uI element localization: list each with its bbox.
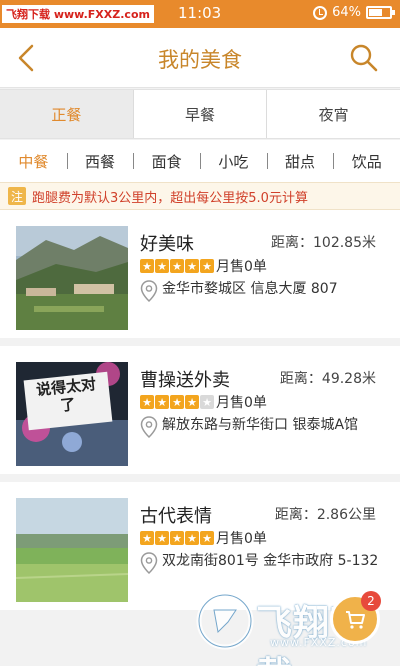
thumbnail-caption: 说得太对了 — [35, 374, 97, 415]
watermark-badge: 飞翔下载 www.FXXZ.com — [2, 5, 154, 23]
location-pin-icon — [140, 280, 158, 302]
cuisine-chinese[interactable]: 中餐 — [0, 151, 67, 172]
tab-breakfast[interactable]: 早餐 — [134, 90, 268, 138]
star-filled-icon: ★ — [140, 531, 154, 545]
shop-address: 金华市婺城区 信息大厦 807 — [162, 281, 338, 297]
notice-tag: 注 — [8, 187, 26, 205]
star-filled-icon: ★ — [155, 259, 169, 273]
shop-thumbnail — [16, 226, 128, 330]
shop-thumbnail: 说得太对了 — [16, 362, 128, 466]
shop-distance: 距离：102.85米 — [271, 235, 376, 251]
cuisine-drinks[interactable]: 饮品 — [333, 151, 400, 172]
cuisine-desserts[interactable]: 甜点 — [266, 151, 334, 172]
shop-distance: 距离：49.28米 — [279, 371, 376, 387]
address-row: 金华市婺城区 信息大厦 807 — [140, 280, 380, 302]
location-pin-icon — [140, 552, 158, 574]
alarm-icon — [313, 5, 328, 20]
app-header: 我的美食 — [0, 28, 400, 88]
cuisine-noodles[interactable]: 面食 — [133, 151, 200, 172]
battery-icon — [366, 6, 395, 19]
location-pin-icon — [140, 416, 158, 438]
page-title: 我的美食 — [158, 48, 242, 72]
star-filled-icon: ★ — [170, 531, 184, 545]
star-filled-icon: ★ — [140, 259, 154, 273]
cuisine-western[interactable]: 西餐 — [66, 151, 134, 172]
star-filled-icon: ★ — [155, 531, 169, 545]
rating-row: ★ ★ ★ ★ ★ 月售0单 — [140, 528, 267, 548]
shop-address: 解放东路与新华街口 银泰城A馆 — [162, 417, 359, 433]
cuisine-filter: 中餐 西餐 面食 小吃 甜点 饮品 — [0, 140, 400, 182]
star-rating: ★ ★ ★ ★ ★ — [140, 259, 214, 273]
cart-icon — [346, 611, 365, 629]
address-row: 双龙南街801号 金华市政府 5-132 — [140, 552, 380, 574]
monthly-sales: 月售0单 — [216, 395, 267, 411]
search-icon — [350, 44, 378, 72]
shop-name: 古代表情 — [140, 506, 212, 527]
star-filled-icon: ★ — [170, 395, 184, 409]
monthly-sales: 月售0单 — [216, 259, 267, 275]
cart-count-badge: 2 — [361, 591, 381, 611]
star-filled-icon: ★ — [200, 259, 214, 273]
battery-percent: 64% — [332, 5, 361, 20]
shop-address: 双龙南街801号 金华市政府 5-132 — [162, 553, 379, 569]
star-rating: ★ ★ ★ ★ ★ — [140, 395, 214, 409]
star-filled-icon: ★ — [155, 395, 169, 409]
star-rating: ★ ★ ★ ★ ★ — [140, 531, 214, 545]
status-right: 64% — [313, 5, 395, 20]
tab-late-night[interactable]: 夜宵 — [267, 90, 400, 138]
star-filled-icon: ★ — [185, 259, 199, 273]
star-filled-icon: ★ — [140, 395, 154, 409]
rating-row: ★ ★ ★ ★ ★ 月售0单 — [140, 392, 267, 412]
shop-list: 好美味 距离：102.85米 ★ ★ ★ ★ ★ 月售0单 金华市婺城区 信息大厦 80… — [0, 210, 400, 618]
notice-text: 跑腿费为默认3公里内，超出每公里按5.0元计算 — [32, 190, 308, 206]
star-filled-icon: ★ — [185, 395, 199, 409]
floating-cart-button[interactable]: 2 — [330, 591, 381, 644]
meal-tabs: 正餐 早餐 夜宵 — [0, 89, 400, 139]
status-time: 11:03 — [178, 4, 222, 22]
monthly-sales: 月售0单 — [216, 531, 267, 547]
shop-item[interactable]: 好美味 距离：102.85米 ★ ★ ★ ★ ★ 月售0单 金华市婺城区 信息大厦 80… — [0, 210, 400, 346]
address-row: 解放东路与新华街口 银泰城A馆 — [140, 416, 380, 438]
star-empty-icon: ★ — [200, 395, 214, 409]
shop-name: 曹操送外卖 — [140, 370, 230, 391]
tab-lunch-dinner[interactable]: 正餐 — [0, 90, 134, 138]
star-filled-icon: ★ — [185, 531, 199, 545]
rating-row: ★ ★ ★ ★ ★ 月售0单 — [140, 256, 267, 276]
delivery-notice: 注 跑腿费为默认3公里内，超出每公里按5.0元计算 — [0, 182, 400, 210]
search-button[interactable] — [348, 42, 380, 74]
status-bar: 飞翔下载 www.FXXZ.com 11:03 64% — [0, 0, 400, 28]
cuisine-snacks[interactable]: 小吃 — [200, 151, 267, 172]
shop-distance: 距离：2.86公里 — [274, 507, 376, 523]
star-filled-icon: ★ — [170, 259, 184, 273]
shop-thumbnail — [16, 498, 128, 602]
shop-item[interactable]: 说得太对了 曹操送外卖 距离：49.28米 ★ ★ ★ ★ ★ 月售0单 解放东路与新华… — [0, 346, 400, 482]
star-filled-icon: ★ — [200, 531, 214, 545]
shop-name: 好美味 — [140, 234, 194, 255]
watermark-text: 飞翔下载 www.FXXZ.com — [6, 8, 150, 21]
